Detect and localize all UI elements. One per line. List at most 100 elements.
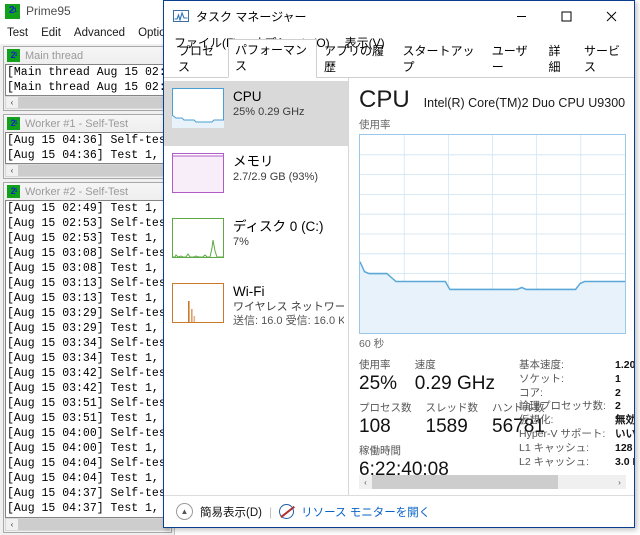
mdi-caption[interactable]: 21 Main thread	[4, 47, 171, 64]
cpu-usage-graph[interactable]	[359, 134, 626, 334]
scroll-thumb[interactable]	[18, 519, 169, 530]
resource-sub: 25% 0.29 GHz	[233, 106, 305, 118]
horizontal-scrollbar[interactable]: ‹	[5, 518, 170, 531]
scroll-left-arrow[interactable]: ‹	[6, 97, 18, 108]
stat-value: 25%	[359, 373, 398, 394]
resource-info: メモリ 2.7/2.9 GB (93%)	[233, 153, 318, 184]
chevron-up-icon[interactable]: ▲	[176, 503, 193, 520]
screen: 21 Prime95 Test Edit Advanced Options W …	[0, 0, 640, 535]
open-resource-monitor-link[interactable]: リソース モニターを開く	[301, 504, 430, 520]
horizontal-scrollbar[interactable]: ‹	[5, 164, 170, 177]
scroll-thumb[interactable]	[18, 165, 169, 176]
log-area-worker-1[interactable]: [Aug 15 04:36] Self-test 576 [Aug 15 04:…	[5, 132, 170, 164]
resource-list[interactable]: CPU 25% 0.29 GHz メモリ 2.7/2.9 GB (93%) ディ…	[164, 78, 349, 495]
graph-axis-label: 使用率	[359, 119, 391, 131]
menu-item-advanced[interactable]: Advanced	[74, 27, 125, 39]
log-line: [Aug 15 02:53] Self-test 384	[7, 217, 170, 230]
resource-item-disk[interactable]: ディスク 0 (C:) 7%	[164, 211, 348, 276]
scroll-left-arrow[interactable]: ‹	[6, 165, 18, 176]
spec-key: 仮想化:	[519, 414, 554, 427]
resource-monitor-icon[interactable]	[279, 504, 295, 519]
spec-cores: コア: 2	[519, 387, 634, 401]
stat-value: 108	[359, 416, 391, 437]
mdi-window-worker-1[interactable]: 21 Worker #1 - Self-Test [Aug 15 04:36] …	[3, 114, 172, 179]
tab-app-history[interactable]: アプリの履歴	[317, 40, 395, 78]
detail-header: CPU Intel(R) Core(TM)2 Duo CPU U9300 @ 1…	[349, 86, 634, 114]
stats-left-column: 使用率 25% 速度 0.29 GHz プロセス数 108 スレッド数 1589…	[359, 359, 545, 488]
spec-value: いいえ	[615, 427, 634, 440]
tab-services[interactable]: サービス	[577, 40, 634, 78]
memory-thumbnail-graph	[172, 153, 224, 193]
graph-time-span: 60 秒	[359, 338, 385, 350]
maximize-button[interactable]	[544, 1, 589, 31]
task-manager-title-bar[interactable]: タスク マネージャー	[164, 1, 634, 31]
close-button[interactable]	[589, 1, 634, 31]
mdi-caption-label: Worker #1 - Self-Test	[25, 117, 129, 130]
log-line: [Aug 15 04:00] Test 1, 5300	[7, 442, 169, 455]
mdi-caption[interactable]: 21 Worker #1 - Self-Test	[4, 115, 171, 132]
prime95-menu-bar[interactable]: Test Edit Advanced Options W	[0, 22, 174, 44]
cpu-model-name: Intel(R) Core(TM)2 Duo CPU U9300 @ 1.	[423, 96, 626, 110]
horizontal-scrollbar[interactable]: ‹	[5, 96, 170, 109]
resource-info: Wi-Fi ワイヤレス ネットワーク接続 送信: 16.0 受信: 16.0 K…	[233, 283, 344, 328]
tab-processes[interactable]: プロセス	[171, 40, 228, 78]
mdi-window-main-thread[interactable]: 21 Main thread [Main thread Aug 15 02:35…	[3, 46, 172, 111]
cpu-graph-container: 60 秒	[359, 134, 626, 351]
spec-value: 2	[615, 386, 621, 399]
resource-sub: ワイヤレス ネットワーク接続	[233, 301, 344, 313]
scroll-right-arrow[interactable]: ›	[613, 475, 626, 489]
scroll-thumb[interactable]	[372, 475, 558, 489]
log-line: [Aug 15 04:36] Self-test 576	[7, 134, 170, 147]
tab-users[interactable]: ユーザー	[485, 40, 542, 78]
log-area-main-thread[interactable]: [Main thread Aug 15 02:35] ( [Main threa…	[5, 64, 170, 96]
mdi-window-worker-2[interactable]: 21 Worker #2 - Self-Test [Aug 15 02:49] …	[3, 182, 172, 533]
log-line: [Aug 15 04:36] Test 1, 12000	[7, 149, 169, 162]
mdi-caption-label: Main thread	[25, 49, 84, 62]
resource-item-wifi[interactable]: Wi-Fi ワイヤレス ネットワーク接続 送信: 16.0 受信: 16.0 K…	[164, 276, 348, 348]
fewer-details-button[interactable]: 簡易表示(D)	[200, 504, 262, 520]
log-line: [Main thread Aug 15 02:35] (	[7, 66, 169, 79]
tab-bar[interactable]: プロセス パフォーマンス アプリの履歴 スタートアップ ユーザー 詳細 サービス	[164, 39, 634, 78]
resource-item-cpu[interactable]: CPU 25% 0.29 GHz	[164, 81, 348, 146]
log-line: [Aug 15 03:29] Test 1, 7800	[7, 322, 169, 335]
log-line: [Aug 15 03:08] Self-test 12K	[7, 247, 170, 260]
mdi-caption-label: Worker #2 - Self-Test	[25, 185, 129, 198]
spec-key: 論理プロセッサ数:	[519, 400, 606, 413]
tab-details[interactable]: 詳細	[542, 40, 578, 78]
prime95-window[interactable]: 21 Prime95 Test Edit Advanced Options W …	[0, 0, 175, 535]
scroll-track[interactable]	[372, 475, 613, 489]
menu-item-edit[interactable]: Edit	[41, 27, 61, 39]
task-manager-window[interactable]: タスク マネージャー ファイル(F) オプション(O) 表示(V) プロセス パ…	[163, 0, 635, 528]
wifi-thumbnail-graph	[172, 283, 224, 323]
prime95-title-bar[interactable]: 21 Prime95	[0, 0, 174, 22]
resource-item-memory[interactable]: メモリ 2.7/2.9 GB (93%)	[164, 146, 348, 211]
task-manager-title: タスク マネージャー	[196, 9, 307, 24]
prime95-icon: 21	[7, 49, 20, 62]
spec-value: 1.20 GHz	[615, 359, 634, 371]
mdi-caption[interactable]: 21 Worker #2 - Self-Test	[4, 183, 171, 200]
cpu-statistics: 使用率 25% 速度 0.29 GHz プロセス数 108 スレッド数 1589…	[349, 351, 634, 488]
tab-performance[interactable]: パフォーマンス	[228, 39, 318, 78]
resource-sub: 7%	[233, 236, 249, 248]
log-line: [Aug 15 02:53] Test 1, 46000	[7, 232, 169, 245]
log-line: [Aug 15 03:13] Test 1, 27000	[7, 292, 169, 305]
scroll-left-arrow[interactable]: ‹	[6, 519, 18, 530]
spec-logical-processors: 論理プロセッサ数: 2	[519, 400, 634, 414]
menu-item-test[interactable]: Test	[7, 27, 28, 39]
disk-thumbnail-graph	[172, 218, 224, 258]
resource-name: メモリ	[233, 154, 274, 169]
prime95-title: Prime95	[26, 4, 71, 18]
spec-virtualization: 仮想化: 無効	[519, 414, 634, 428]
spec-value: 1	[615, 372, 621, 385]
log-line: [Main thread Aug 15 02:36] :	[7, 81, 169, 94]
scroll-left-arrow[interactable]: ‹	[359, 475, 372, 489]
tab-startup[interactable]: スタートアップ	[396, 40, 485, 78]
log-line: [Aug 15 03:13] Self-test 448	[7, 277, 170, 290]
spec-key: Hyper-V サポート:	[519, 427, 606, 440]
log-area-worker-2[interactable]: [Aug 15 02:49] Test 1, 11000 [Aug 15 02:5…	[5, 200, 170, 518]
detail-horizontal-scrollbar[interactable]: ‹ ›	[359, 475, 626, 489]
minimize-button[interactable]	[499, 1, 544, 31]
log-line: [Aug 15 03:51] Test 1, 12000	[7, 412, 169, 425]
scroll-thumb[interactable]	[18, 97, 169, 108]
spec-value: 128 KB	[615, 441, 634, 454]
